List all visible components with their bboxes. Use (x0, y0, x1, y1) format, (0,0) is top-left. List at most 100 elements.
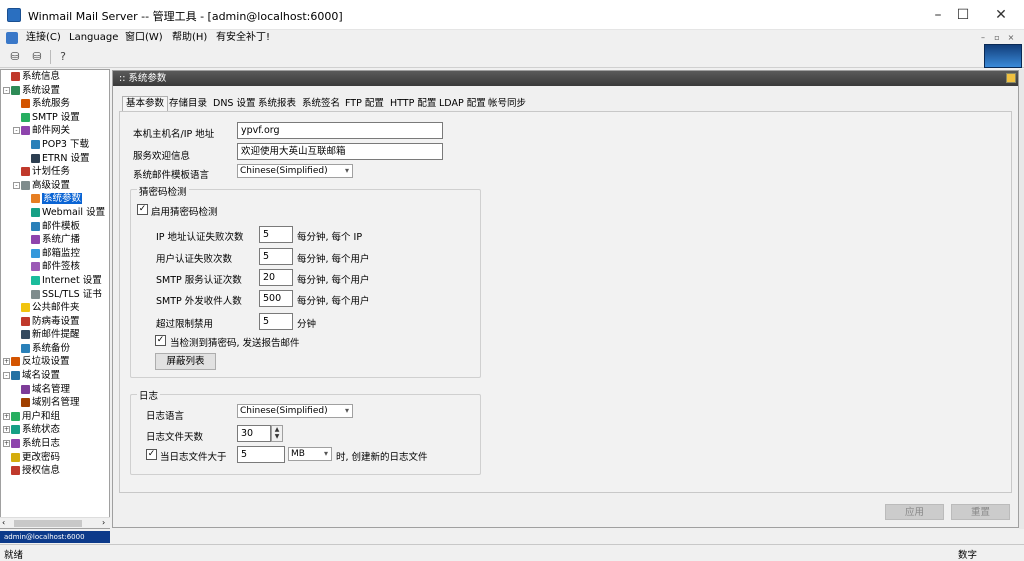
log-days-spinner[interactable]: ▲ ▼ (271, 425, 283, 442)
close-icon[interactable]: ✕ (978, 0, 1024, 30)
tree-horizontal-scrollbar[interactable]: ‹ › (0, 517, 110, 528)
collapse-icon[interactable]: - (13, 181, 20, 189)
template-lang-select[interactable]: Chinese(Simplified) ▾ (237, 164, 353, 178)
tree-node[interactable]: + 系统日志 (1, 437, 109, 451)
collapse-icon[interactable]: - (3, 372, 10, 380)
tab-page-basic: 本机主机名/IP 地址 ypvf.org 服务欢迎信息 欢迎使用大英山互联邮箱 … (119, 111, 1012, 493)
collapse-icon[interactable]: - (3, 86, 10, 94)
menu-language[interactable]: Language (69, 30, 118, 46)
guess-row-suffix: 分钟 (297, 319, 317, 330)
tree-node[interactable]: SSL/TLS 证书 (1, 288, 109, 302)
tree-node[interactable]: 防病毒设置 (1, 315, 109, 329)
apply-button[interactable]: 应用 (885, 504, 944, 520)
guess-row-input[interactable]: 5 (259, 226, 293, 243)
expand-icon[interactable]: + (3, 440, 10, 448)
tab-storage[interactable]: 存储目录 (169, 97, 207, 111)
guess-row-suffix: 每分钟, 每个用户 (297, 296, 370, 307)
tree-node[interactable]: 新邮件提醒 (1, 328, 109, 342)
log-size-label: 当日志文件大于 (160, 452, 227, 463)
tree-node[interactable]: POP3 下载 (1, 138, 109, 152)
app-icon (7, 8, 21, 22)
guess-row-input[interactable]: 20 (259, 269, 293, 286)
menu-help[interactable]: 帮助(H) (172, 30, 207, 46)
tree-node[interactable]: Internet 设置 (1, 274, 109, 288)
tree-node[interactable]: 系统广播 (1, 233, 109, 247)
panel-pin-icon[interactable] (1006, 73, 1016, 83)
mdi-restore-icon[interactable]: ▫ (990, 31, 1004, 44)
tab-signature[interactable]: 系统签名 (302, 97, 340, 111)
tree-node[interactable]: + 用户和组 (1, 410, 109, 424)
tree-node[interactable]: 邮件模板 (1, 220, 109, 234)
guess-row-input[interactable]: 500 (259, 290, 293, 307)
scroll-left-icon[interactable]: ‹ (2, 518, 5, 527)
tree-node-label: 用户和组 (22, 410, 61, 422)
disconnect-server-icon[interactable]: ⛁ (28, 49, 46, 65)
tab-http[interactable]: HTTP 配置 (390, 97, 436, 111)
tree-node[interactable]: 计划任务 (1, 165, 109, 179)
tree-node[interactable]: 授权信息 (1, 464, 109, 478)
tree-node[interactable]: + 系统状态 (1, 423, 109, 437)
block-list-button[interactable]: 屏蔽列表 (155, 353, 216, 370)
tree-node[interactable]: + 反垃圾设置 (1, 355, 109, 369)
reset-button[interactable]: 重置 (951, 504, 1010, 520)
log-unit-select[interactable]: MB ▾ (288, 447, 332, 461)
tab-basic[interactable]: 基本参数 (122, 96, 169, 111)
report-checkbox[interactable]: ✓ (155, 335, 166, 346)
toolbar: ⛁ ⛁ ? (0, 46, 1024, 68)
tab-ldap[interactable]: LDAP 配置 (439, 97, 486, 111)
welcome-input[interactable]: 欢迎使用大英山互联邮箱 (237, 143, 443, 160)
expand-icon[interactable]: + (3, 358, 10, 366)
guess-row-input[interactable]: 5 (259, 248, 293, 265)
hostname-input[interactable]: ypvf.org (237, 122, 443, 139)
scroll-right-icon[interactable]: › (102, 518, 105, 527)
log-size-input[interactable]: 5 (237, 446, 285, 463)
mdi-close-icon[interactable]: × (1004, 31, 1018, 44)
tab-account-sync[interactable]: 帐号同步 (488, 97, 526, 111)
tab-dns[interactable]: DNS 设置 (213, 97, 255, 111)
log-lang-select[interactable]: Chinese(Simplified) ▾ (237, 404, 353, 418)
tree-node[interactable]: - 邮件网关 (1, 124, 109, 138)
log-days-input[interactable]: 30 (237, 425, 271, 442)
tree-node[interactable]: 系统参数 (1, 192, 109, 206)
expand-icon[interactable]: + (3, 426, 10, 434)
log-lang-label: 日志语言 (146, 411, 185, 422)
tree-node[interactable]: 系统服务 (1, 97, 109, 111)
tree-node[interactable]: 邮件签核 (1, 260, 109, 274)
tab-report[interactable]: 系统报表 (258, 97, 296, 111)
tree-node[interactable]: - 高级设置 (1, 179, 109, 193)
tree-node[interactable]: 系统备份 (1, 342, 109, 356)
tree-node[interactable]: SMTP 设置 (1, 111, 109, 125)
tree-node-label: 系统参数 (42, 193, 83, 205)
menu-window[interactable]: 窗口(W) (125, 30, 163, 46)
tree-node-label: 公共邮件夹 (32, 302, 80, 314)
menu-security-patch[interactable]: 有安全补丁! (216, 30, 270, 46)
tree-node[interactable]: 域别名管理 (1, 396, 109, 410)
tab-ftp[interactable]: FTP 配置 (345, 97, 384, 111)
tree-node-label: 更改密码 (22, 451, 61, 463)
tree-node[interactable]: 更改密码 (1, 451, 109, 465)
collapse-icon[interactable]: - (13, 127, 20, 135)
tree-node-icon (21, 99, 30, 109)
enable-guess-checkbox[interactable]: ✓ (137, 204, 148, 215)
log-size-checkbox[interactable]: ✓ (146, 449, 157, 460)
tree-node[interactable]: - 系统设置 (1, 84, 109, 98)
spin-up-icon[interactable]: ▲ (272, 426, 282, 433)
spin-down-icon[interactable]: ▼ (272, 433, 282, 440)
mdi-minimize-icon[interactable]: – (976, 31, 990, 44)
tree-node-icon (31, 139, 40, 149)
tree-node[interactable]: - 域名设置 (1, 369, 109, 383)
tree-node[interactable]: Webmail 设置 (1, 206, 109, 220)
tree-node[interactable]: 公共邮件夹 (1, 301, 109, 315)
tree-node[interactable]: 域名管理 (1, 383, 109, 397)
expand-icon[interactable]: + (3, 412, 10, 420)
tree-node-label: 高级设置 (32, 179, 71, 191)
tree-node-icon (31, 194, 40, 204)
menu-connect[interactable]: 连接(C) (26, 30, 61, 46)
tree-node[interactable]: 邮箱监控 (1, 247, 109, 261)
scroll-thumb[interactable] (14, 520, 82, 527)
help-icon[interactable]: ? (54, 49, 72, 65)
connect-server-icon[interactable]: ⛁ (6, 49, 24, 65)
guess-row-input[interactable]: 5 (259, 313, 293, 330)
tree-node[interactable]: ETRN 设置 (1, 152, 109, 166)
tree-node[interactable]: 系统信息 (1, 70, 109, 84)
